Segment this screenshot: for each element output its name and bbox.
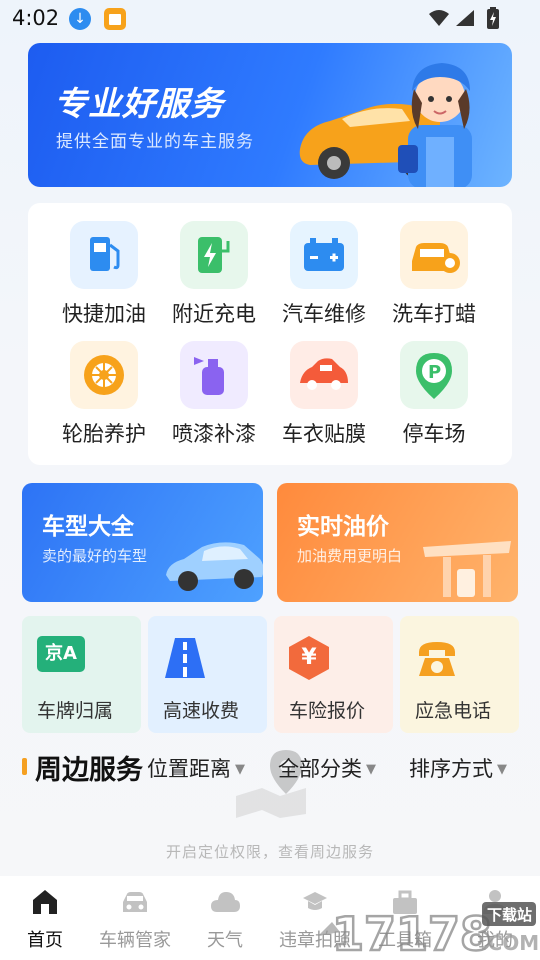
insurance-price-icon: ¥ [289, 636, 329, 680]
services-grid: 快捷加油 附近充电 汽车维修 洗车打蜡轮胎养护 喷漆补漆 车衣贴膜 P 停车场 [28, 203, 512, 465]
nav-label: 天气 [207, 930, 243, 951]
service-item[interactable]: 喷漆补漆 [159, 341, 269, 448]
sort-filter[interactable]: 排序方式 ▼ [409, 753, 507, 783]
distance-filter[interactable]: 位置距离 ▼ [147, 753, 245, 783]
service-label: 车衣贴膜 [282, 422, 366, 446]
telephone-icon [419, 642, 455, 676]
service-item[interactable]: 快捷加油 [49, 221, 159, 328]
nav-item[interactable]: 首页 [0, 886, 90, 952]
service-label: 快捷加油 [62, 302, 146, 326]
svg-text:下载站: 下载站 [487, 906, 532, 924]
banner-title: 专业好服务 [54, 84, 224, 123]
filter-label: 位置距离 [147, 757, 231, 781]
section-accent-bar [22, 758, 27, 775]
service-item[interactable]: 汽车维修 [269, 221, 379, 328]
svg-text:.COM: .COM [480, 931, 539, 955]
car-models-card[interactable]: 车型大全 卖的最好的车型 [22, 483, 263, 602]
gas-station-illustration [423, 541, 511, 597]
tile-label: 高速收费 [163, 700, 240, 722]
emergency-call-tile[interactable]: 应急电话 [400, 616, 519, 733]
nav-item[interactable]: 天气 [180, 886, 270, 952]
banner-subtitle: 提供全面专业的车主服务 [56, 132, 254, 152]
car-cover-icon [290, 341, 358, 409]
car-wash-icon [400, 221, 468, 289]
promo-banner[interactable]: 专业好服务 提供全面专业的车主服务 [28, 43, 512, 187]
promo-subtitle: 加油费用更明白 [297, 547, 403, 565]
promo-subtitle: 卖的最好的车型 [42, 547, 148, 565]
status-time: 4:02 [12, 6, 60, 30]
fuel-price-card[interactable]: 实时油价 加油费用更明白 [277, 483, 518, 602]
calendar-icon [104, 8, 126, 30]
wifi-icon [429, 10, 449, 26]
watermark-logo: 17178 .COM 下载站 [318, 902, 539, 956]
mechanic-car-illustration [299, 63, 472, 187]
caret-down-icon: ▼ [366, 762, 376, 777]
nearby-title: 周边服务 [35, 755, 143, 786]
signal-icon [456, 10, 474, 26]
insurance-quote-tile[interactable]: ¥ 车险报价 [274, 616, 393, 733]
status-bar: 4:02 ↓ [0, 0, 540, 38]
nav-label: 车辆管家 [99, 930, 171, 951]
service-item[interactable]: 附近充电 [159, 221, 269, 328]
category-filter[interactable]: 全部分类 ▼ [278, 753, 376, 783]
service-label: 附近充电 [172, 302, 256, 326]
service-item[interactable]: 洗车打蜡 [379, 221, 489, 328]
blue-car-illustration [166, 542, 263, 591]
plate-lookup-tile[interactable]: 京A 车牌归属 [22, 616, 141, 733]
tile-label: 车牌归属 [37, 700, 114, 722]
service-item[interactable]: 车衣贴膜 [269, 341, 379, 448]
fuel-pump-icon [70, 221, 138, 289]
download-icon: ↓ [69, 8, 91, 30]
parking-location-icon: P [400, 341, 468, 409]
filter-label: 排序方式 [409, 757, 493, 781]
car-battery-icon [290, 221, 358, 289]
service-label: 轮胎养护 [62, 422, 146, 446]
yuan-badge: ¥ [289, 636, 329, 680]
filter-label: 全部分类 [278, 757, 362, 781]
battery-icon [487, 7, 499, 29]
svg-text:17178: 17178 [332, 907, 492, 956]
service-label: 洗车打蜡 [392, 302, 476, 326]
service-item[interactable]: 轮胎养护 [49, 341, 159, 448]
highway-toll-tile[interactable]: 高速收费 [148, 616, 267, 733]
service-label: 停车场 [402, 422, 466, 446]
nav-label: 首页 [27, 930, 63, 951]
cloud-icon [180, 886, 270, 918]
location-permission-hint[interactable]: 开启定位权限，查看周边服务 [0, 841, 540, 862]
promo-title: 实时油价 [297, 514, 389, 540]
service-label: 喷漆补漆 [172, 422, 256, 446]
spray-paint-icon [180, 341, 248, 409]
service-item[interactable]: P 停车场 [379, 341, 489, 448]
tile-label: 车险报价 [289, 700, 366, 722]
caret-down-icon: ▼ [497, 762, 507, 777]
nav-item[interactable]: 车辆管家 [90, 886, 180, 952]
tile-label: 应急电话 [415, 700, 492, 722]
plate-badge: 京A [37, 636, 85, 672]
caret-down-icon: ▼ [235, 762, 245, 777]
car-icon [90, 886, 180, 918]
charging-station-icon [180, 221, 248, 289]
license-plate-icon: 京A [37, 636, 85, 672]
highway-icon [165, 638, 205, 678]
home-icon [0, 886, 90, 918]
service-label: 汽车维修 [282, 302, 366, 326]
promo-title: 车型大全 [42, 514, 134, 540]
tire-icon [70, 341, 138, 409]
svg-text:P: P [428, 362, 441, 383]
